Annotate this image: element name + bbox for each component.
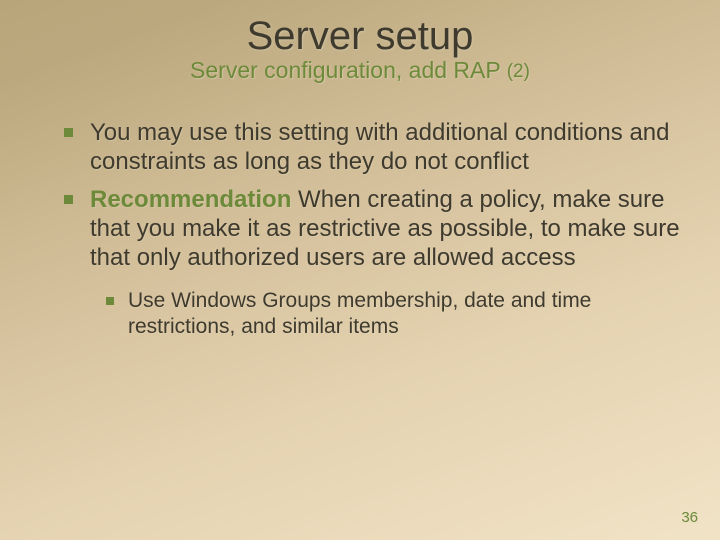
slide-body: You may use this setting with additional… — [60, 118, 686, 340]
subtitle-paren: (2) — [507, 61, 530, 82]
bullet-level1: Recommendation When creating a policy, m… — [60, 185, 686, 273]
subtitle-text: Server configuration, add RAP — [190, 57, 507, 83]
slide: Server setup Server configuration, add R… — [0, 0, 720, 540]
recommendation-label: Recommendation — [90, 186, 291, 213]
bullet-level1: You may use this setting with additional… — [60, 118, 686, 177]
bullet-text: You may use this setting with additional… — [90, 119, 669, 175]
page-number: 36 — [681, 509, 698, 526]
slide-title: Server setup — [0, 0, 720, 59]
slide-subtitle: Server configuration, add RAP (2) — [0, 57, 720, 84]
bullet-level2: Use Windows Groups membership, date and … — [104, 288, 686, 339]
bullet-text: Use Windows Groups membership, date and … — [128, 289, 591, 338]
